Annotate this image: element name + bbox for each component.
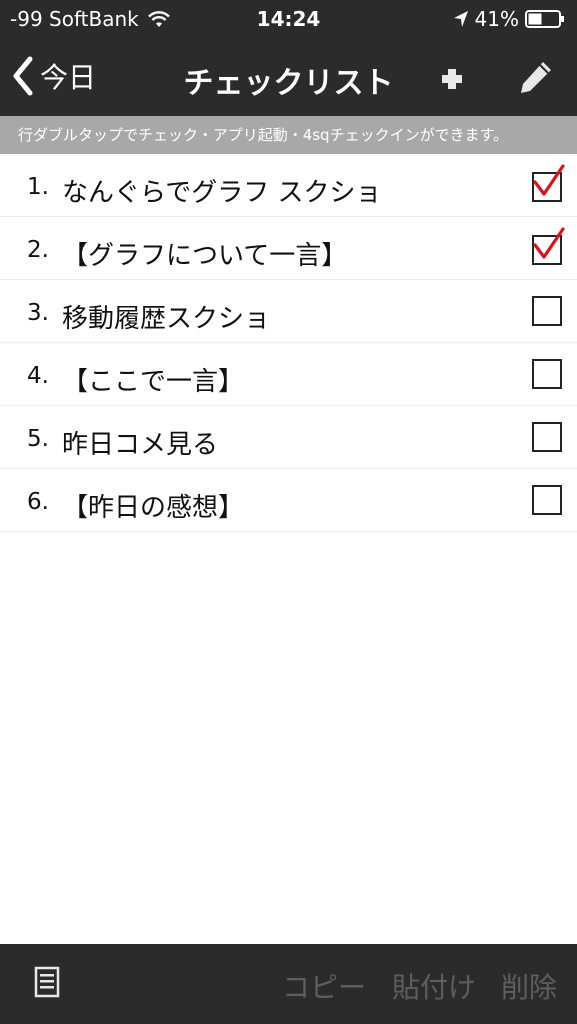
item-number: 6. [27,489,49,515]
document-icon [34,966,60,998]
checkbox-unchecked[interactable] [532,422,562,452]
pencil-icon [521,62,551,93]
hint-banner: 行ダブルタップでチェック・アプリ起動・4sqチェックインができます。 [0,116,577,154]
item-number: 1. [27,174,49,200]
edit-button[interactable] [516,57,556,97]
list-item[interactable]: 4. 【ここで一言】 [0,343,577,406]
list-item[interactable]: 1. なんぐらでグラフ スクショ [0,154,577,217]
item-text: 【グラフについて一言】 [62,241,348,271]
status-right: 41% [453,7,565,31]
item-text: 昨日コメ見る [62,430,219,460]
navigation-bar: 今日 チェックリスト [0,40,577,116]
copy-button[interactable]: コピー [282,966,366,1006]
checkmark-icon [533,164,565,196]
item-number: 2. [27,237,49,263]
back-button[interactable]: 今日 [12,54,96,98]
checkbox-unchecked[interactable] [532,359,562,389]
list-item[interactable]: 5. 昨日コメ見る [0,406,577,469]
list-item[interactable]: 6. 【昨日の感想】 [0,469,577,532]
item-number: 3. [27,300,49,326]
back-label: 今日 [40,61,97,94]
item-text: 【昨日の感想】 [62,493,245,523]
bottom-toolbar: コピー 貼付け 削除 [0,944,577,1024]
delete-button[interactable]: 削除 [501,966,557,1006]
checkbox-checked[interactable] [532,164,565,202]
checkmark-icon [533,227,565,259]
item-text: 【ここで一言】 [62,367,245,397]
location-arrow-icon [453,11,468,27]
item-text: 移動履歴スクショ [62,304,271,334]
battery-icon [525,10,564,28]
add-button[interactable] [434,60,470,96]
chevron-left-icon [13,56,33,96]
checklist: 1. なんぐらでグラフ スクショ 2. 【グラフについて一言】 3. 移動履歴ス… [0,154,577,532]
item-text: なんぐらでグラフ スクショ [62,178,382,208]
plus-icon [442,69,462,89]
checkbox-unchecked[interactable] [532,485,562,515]
paste-button[interactable]: 貼付け [392,966,476,1006]
battery-percent: 41% [474,7,519,31]
list-item[interactable]: 3. 移動履歴スクショ [0,280,577,343]
document-button[interactable] [34,966,60,998]
item-number: 5. [27,426,49,452]
list-item[interactable]: 2. 【グラフについて一言】 [0,217,577,280]
checkbox-unchecked[interactable] [532,296,562,326]
item-number: 4. [27,363,49,389]
status-bar: -99 SoftBank 14:24 41% [0,0,577,40]
checkbox-checked[interactable] [532,227,565,265]
